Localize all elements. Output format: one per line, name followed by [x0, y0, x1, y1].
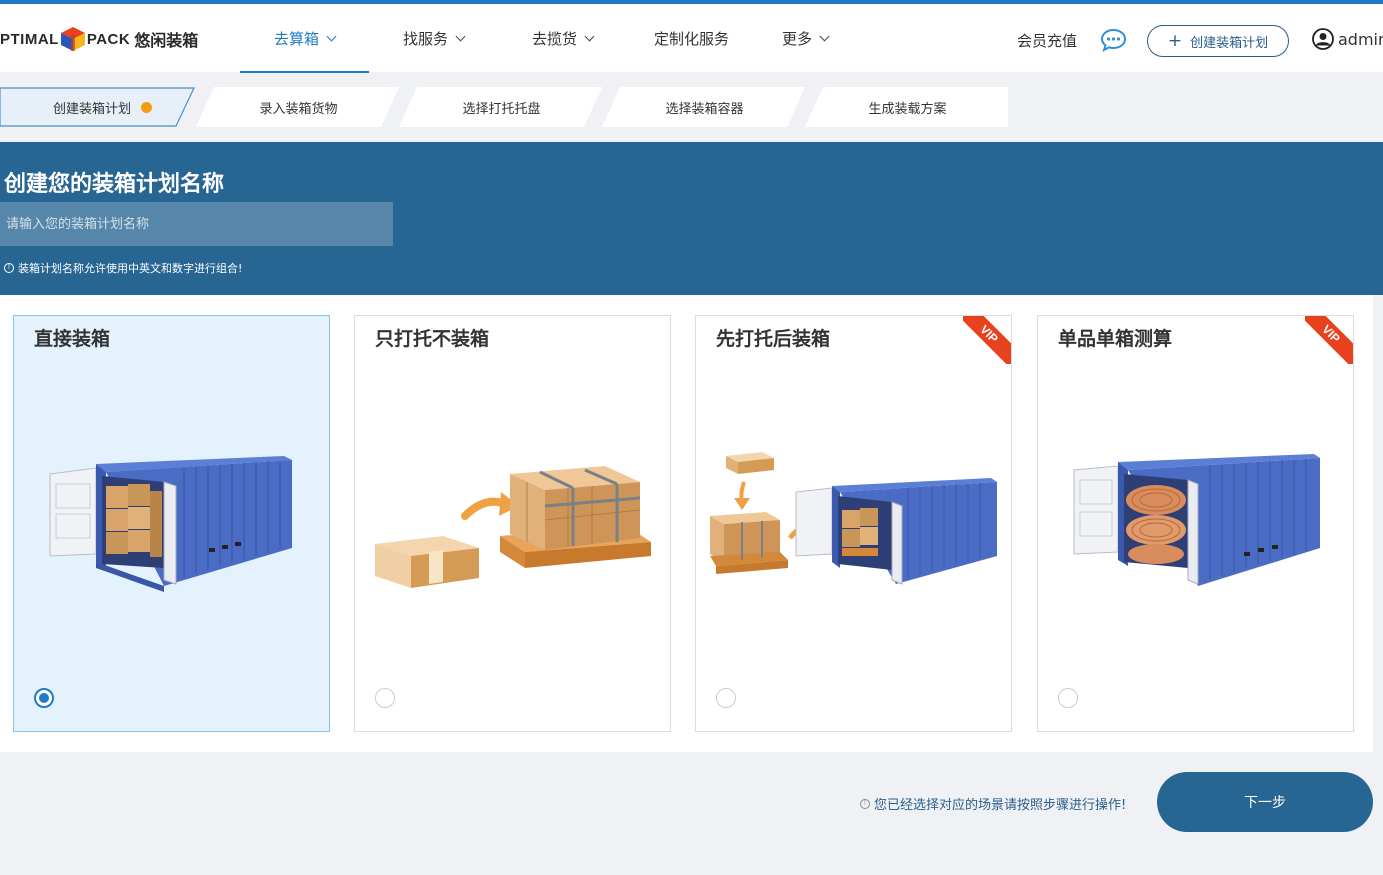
step-label: 创建装箱计划 — [52, 101, 131, 117]
nav-item-more[interactable]: 更多 — [756, 4, 854, 72]
pallet-into-container-illustration — [710, 452, 997, 585]
info-icon: ! — [860, 798, 870, 809]
footer-hint: ! 您已经选择对应的场景请按照步骤进行操作! — [860, 794, 1126, 813]
scenario-radio[interactable] — [34, 688, 54, 708]
step-label: 生成装载方案 — [868, 101, 947, 117]
plan-name-input[interactable] — [0, 202, 393, 246]
hint-text: 装箱计划名称允许使用中英文和数字进行组合! — [18, 262, 243, 275]
info-icon: ! — [4, 263, 14, 273]
next-step-button[interactable]: 下一步 — [1157, 772, 1373, 832]
step-choose-container[interactable]: 选择装箱容器 — [602, 87, 807, 127]
create-plan-button[interactable]: + 创建装箱计划 — [1147, 25, 1289, 57]
top-navbar: PTIMAL PACK 悠闲装箱 去算箱 找服务 去揽货 定制化服务 更多 会员… — [0, 0, 1383, 73]
step-choose-pallet[interactable]: 选择打托托盘 — [399, 87, 604, 127]
step-label: 录入装箱货物 — [259, 101, 338, 117]
banner-title: 创建您的装箱计划名称 — [4, 172, 225, 197]
create-plan-label: 创建装箱计划 — [1190, 35, 1269, 51]
container-with-boxes-illustration — [49, 456, 292, 592]
nav-item-label: 定制化服务 — [653, 29, 729, 48]
scenario-card-pallet-then-container[interactable]: 先打托后装箱 VIP — [695, 315, 1012, 732]
nav-item-custom[interactable]: 定制化服务 — [627, 4, 756, 72]
nav-item-services[interactable]: 找服务 — [369, 4, 498, 72]
user-menu[interactable]: admin — [1312, 28, 1383, 50]
scenario-radio[interactable] — [1058, 688, 1078, 708]
step-generate-plan[interactable]: 生成装载方案 — [805, 87, 1010, 127]
scenario-card-direct[interactable]: 直接装箱 — [13, 315, 330, 732]
plus-icon: + — [1167, 30, 1183, 51]
chat-icon[interactable] — [1100, 28, 1127, 53]
scenario-card-single-item[interactable]: 单品单箱测算 VIP — [1037, 315, 1354, 732]
main-nav: 去算箱 找服务 去揽货 定制化服务 更多 — [240, 4, 854, 73]
logo-text-left: PTIMAL — [0, 30, 59, 48]
step-enter-cargo[interactable]: 录入装箱货物 — [196, 87, 401, 127]
logo-cube-icon — [60, 26, 86, 52]
nav-item-label: 找服务 — [402, 29, 448, 48]
nav-item-cargo[interactable]: 去揽货 — [498, 4, 627, 72]
container-with-rolls-illustration — [1073, 454, 1320, 586]
current-step-dot — [141, 101, 152, 113]
nav-item-label: 更多 — [781, 29, 812, 48]
step-label: 选择打托托盘 — [462, 101, 541, 117]
recharge-link[interactable]: 会员充值 — [1017, 30, 1077, 51]
step-label: 选择装箱容器 — [665, 101, 744, 117]
scenario-radio[interactable] — [375, 688, 395, 708]
chevron-down-icon — [455, 31, 466, 41]
nav-item-label: 去揽货 — [531, 29, 577, 48]
nav-item-label: 去算箱 — [273, 29, 319, 48]
app-logo[interactable]: PTIMAL PACK 悠闲装箱 — [0, 22, 198, 56]
chevron-down-icon — [326, 31, 337, 41]
chevron-down-icon — [584, 31, 595, 41]
plan-name-hint: ! 装箱计划名称允许使用中英文和数字进行组合! — [4, 260, 242, 276]
user-avatar-icon — [1312, 28, 1334, 50]
nav-item-calc[interactable]: 去算箱 — [240, 4, 369, 73]
chevron-down-icon — [819, 31, 830, 41]
logo-text-right: PACK — [86, 30, 131, 48]
scenario-radio[interactable] — [716, 688, 736, 708]
box-to-pallet-illustration — [375, 466, 651, 588]
logo-text-cn: 悠闲装箱 — [134, 31, 199, 50]
footer-hint-text: 您已经选择对应的场景请按照步骤进行操作! — [874, 798, 1127, 813]
step-create-plan[interactable]: 创建装箱计划 — [0, 87, 205, 127]
plan-name-banner: 创建您的装箱计划名称 ! 装箱计划名称允许使用中英文和数字进行组合! — [0, 142, 1383, 295]
scenario-cards: 直接装箱 只打托不装箱 先打托后装箱 VIP 单品单箱测算 VIP — [0, 295, 1373, 752]
scenario-card-pallet-only[interactable]: 只打托不装箱 — [354, 315, 671, 732]
user-name: admin — [1338, 29, 1383, 49]
